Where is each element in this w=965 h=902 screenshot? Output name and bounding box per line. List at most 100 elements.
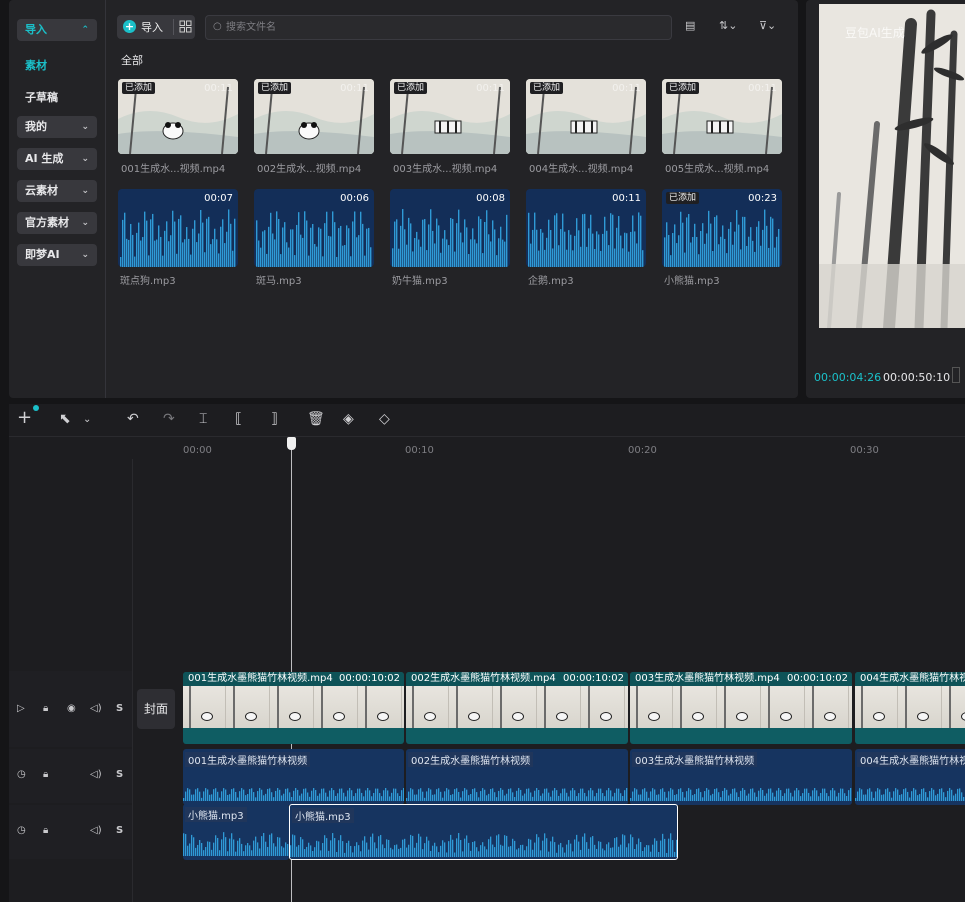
chevron-down-icon: ⌄ <box>81 218 89 228</box>
undo-icon[interactable]: ↶ <box>127 411 139 427</box>
media-filename: 001生成水...视频.mp4 <box>121 164 226 175</box>
sidebar-item-subdraft[interactable]: 子草稿 <box>25 89 58 105</box>
track-header-column: ▷ 🔒︎ ◉ ◁) S ◷ 🔒︎ ◁) S ◷ 🔒︎ ◁) S <box>9 459 133 902</box>
duration-label: 00:11 <box>612 193 641 204</box>
solo-button[interactable]: S <box>116 703 123 714</box>
volume-icon[interactable]: ◁) <box>90 703 102 714</box>
bamboo-painting-image <box>819 4 965 334</box>
lock-icon[interactable]: 🔒︎ <box>43 769 48 780</box>
audio-thumbnail[interactable]: 00:08 <box>390 189 510 267</box>
audio-thumbnail[interactable]: 00:11 <box>526 189 646 267</box>
clip-filmstrip <box>406 686 628 728</box>
media-panel: 导入 ⌃ 素材 子草稿 我的 ⌄ AI 生成 ⌄ 云素材 ⌄ 官方素材 ⌄ 即梦… <box>9 0 798 398</box>
volume-icon[interactable]: ◁) <box>90 825 102 836</box>
add-track-icon[interactable]: + <box>17 407 32 428</box>
audio-clip[interactable]: 002生成水墨熊猫竹林视频 <box>406 749 628 805</box>
sidebar-item-jimeng[interactable]: 即梦AI ⌄ <box>17 244 97 266</box>
marker-add-icon[interactable]: ◈ <box>343 411 354 427</box>
filter-icon[interactable]: ⊽⌄ <box>759 19 776 32</box>
view-toggle-icon[interactable]: ▤ <box>685 19 695 32</box>
import-button[interactable]: + 导入 <box>117 15 195 39</box>
duration-label: 00:11 <box>612 83 641 94</box>
clip-name: 004生成水墨熊猫竹林视频 <box>860 673 965 684</box>
audio-clip[interactable]: 001生成水墨熊猫竹林视频 <box>183 749 404 805</box>
playhead-handle[interactable] <box>287 437 296 450</box>
redo-icon[interactable]: ↷ <box>163 411 175 427</box>
chevron-down-icon: ⌄ <box>81 186 89 196</box>
lock-icon[interactable]: 🔒︎ <box>43 825 48 836</box>
sidebar-item-mine[interactable]: 我的 ⌄ <box>17 116 97 138</box>
delete-icon[interactable]: 🗑 <box>307 411 325 427</box>
timeline-panel: + ⬉ ⌄ ↶ ↷ ⌶ ⟦ ⟧ 🗑 ◈ ◇ 00:00 00:10 00:20 … <box>9 404 965 902</box>
chevron-down-icon[interactable]: ⌄ <box>83 414 91 425</box>
audio-clip-selected[interactable]: 小熊猫.mp3 <box>289 804 678 860</box>
video-thumbnail[interactable]: 已添加 00:11 <box>118 79 238 154</box>
total-time: 00:00:50:10 <box>883 371 951 384</box>
trim-left-icon[interactable]: ⟦ <box>235 411 242 427</box>
ruler-tick: 00:30 <box>850 445 879 456</box>
clip-name: 001生成水墨熊猫竹林视频.mp4 <box>188 673 333 684</box>
audio-clip[interactable]: 小熊猫.mp3 <box>183 804 289 860</box>
time-ruler[interactable]: 00:00 00:10 00:20 00:30 <box>133 437 965 459</box>
audio-clip[interactable]: 003生成水墨熊猫竹林视频 <box>630 749 852 805</box>
sidebar-item-import[interactable]: 导入 ⌃ <box>17 19 97 41</box>
notification-dot <box>33 405 39 411</box>
solo-button[interactable]: S <box>116 769 123 780</box>
video-thumbnail[interactable]: 已添加 00:11 <box>254 79 374 154</box>
sidebar-item-cloud[interactable]: 云素材 ⌄ <box>17 180 97 202</box>
sidebar-item-material[interactable]: 素材 <box>25 57 47 73</box>
cover-button[interactable]: 封面 <box>137 689 175 729</box>
duration-label: 00:11 <box>748 83 777 94</box>
eye-icon[interactable]: ◉ <box>67 703 76 714</box>
video-clip[interactable]: 003生成水墨熊猫竹林视频.mp4 00:00:10:02 <box>630 672 852 744</box>
sidebar-item-label: 我的 <box>25 120 47 133</box>
sidebar-item-official[interactable]: 官方素材 ⌄ <box>17 212 97 234</box>
audio-thumbnail[interactable]: 00:07 <box>118 189 238 267</box>
clip-name: 003生成水墨熊猫竹林视频.mp4 <box>635 673 780 684</box>
chevron-up-icon: ⌃ <box>81 25 89 35</box>
ruler-tick: 00:10 <box>405 445 434 456</box>
search-box[interactable]: ○ <box>205 15 672 40</box>
preview-frame: 豆包AI生成 <box>819 4 965 334</box>
cursor-tool-icon[interactable]: ⬉ <box>59 411 71 427</box>
media-filename: 003生成水...视频.mp4 <box>393 164 498 175</box>
media-filename: 004生成水...视频.mp4 <box>529 164 634 175</box>
audio-thumbnail[interactable]: 00:06 <box>254 189 374 267</box>
sidebar-item-label: 云素材 <box>25 184 58 197</box>
audio-clip[interactable]: 004生成水墨熊猫竹林视频 <box>855 749 965 805</box>
clip-name: 小熊猫.mp3 <box>292 808 354 823</box>
section-label: 全部 <box>121 54 143 67</box>
grid-view-icon[interactable] <box>179 20 192 33</box>
media-filename: 斑马.mp3 <box>256 276 302 287</box>
media-filename: 奶牛猫.mp3 <box>392 276 448 287</box>
marker-icon[interactable]: ◇ <box>379 411 390 427</box>
sidebar-item-ai-generate[interactable]: AI 生成 ⌄ <box>17 148 97 170</box>
media-filename: 小熊猫.mp3 <box>664 276 720 287</box>
ruler-tick: 00:00 <box>183 445 212 456</box>
video-thumbnail[interactable]: 已添加 00:11 <box>662 79 782 154</box>
video-clip[interactable]: 004生成水墨熊猫竹林视频 <box>855 672 965 744</box>
sort-icon[interactable]: ⇅⌄ <box>719 19 737 32</box>
solo-button[interactable]: S <box>116 825 123 836</box>
menu-icon[interactable] <box>952 367 960 383</box>
media-filename: 企鹅.mp3 <box>528 276 574 287</box>
trim-right-icon[interactable]: ⟧ <box>271 411 278 427</box>
video-thumbnail[interactable]: 已添加 00:11 <box>390 79 510 154</box>
added-badge: 已添加 <box>666 82 700 94</box>
video-clip[interactable]: 001生成水墨熊猫竹林视频.mp4 00:00:10:02 <box>183 672 404 744</box>
video-clip[interactable]: 002生成水墨熊猫竹林视频.mp4 00:00:10:02 <box>406 672 628 744</box>
clip-name: 003生成水墨熊猫竹林视频 <box>632 752 758 767</box>
clip-duration: 00:00:10:02 <box>562 673 624 684</box>
search-icon: ○ <box>213 21 222 32</box>
clip-filmstrip <box>630 686 852 728</box>
duration-label: 00:07 <box>204 193 233 204</box>
volume-icon[interactable]: ◁) <box>90 769 102 780</box>
split-icon[interactable]: ⌶ <box>199 411 207 427</box>
clip-name: 小熊猫.mp3 <box>185 807 247 822</box>
lock-icon[interactable]: 🔒︎ <box>43 703 48 714</box>
search-input[interactable] <box>226 19 646 36</box>
video-thumbnail[interactable]: 已添加 00:11 <box>526 79 646 154</box>
audio-thumbnail[interactable]: 已添加 00:23 <box>662 189 782 267</box>
music-track-header: ◷ 🔒︎ ◁) S <box>9 805 132 859</box>
clip-filmstrip <box>183 686 404 728</box>
